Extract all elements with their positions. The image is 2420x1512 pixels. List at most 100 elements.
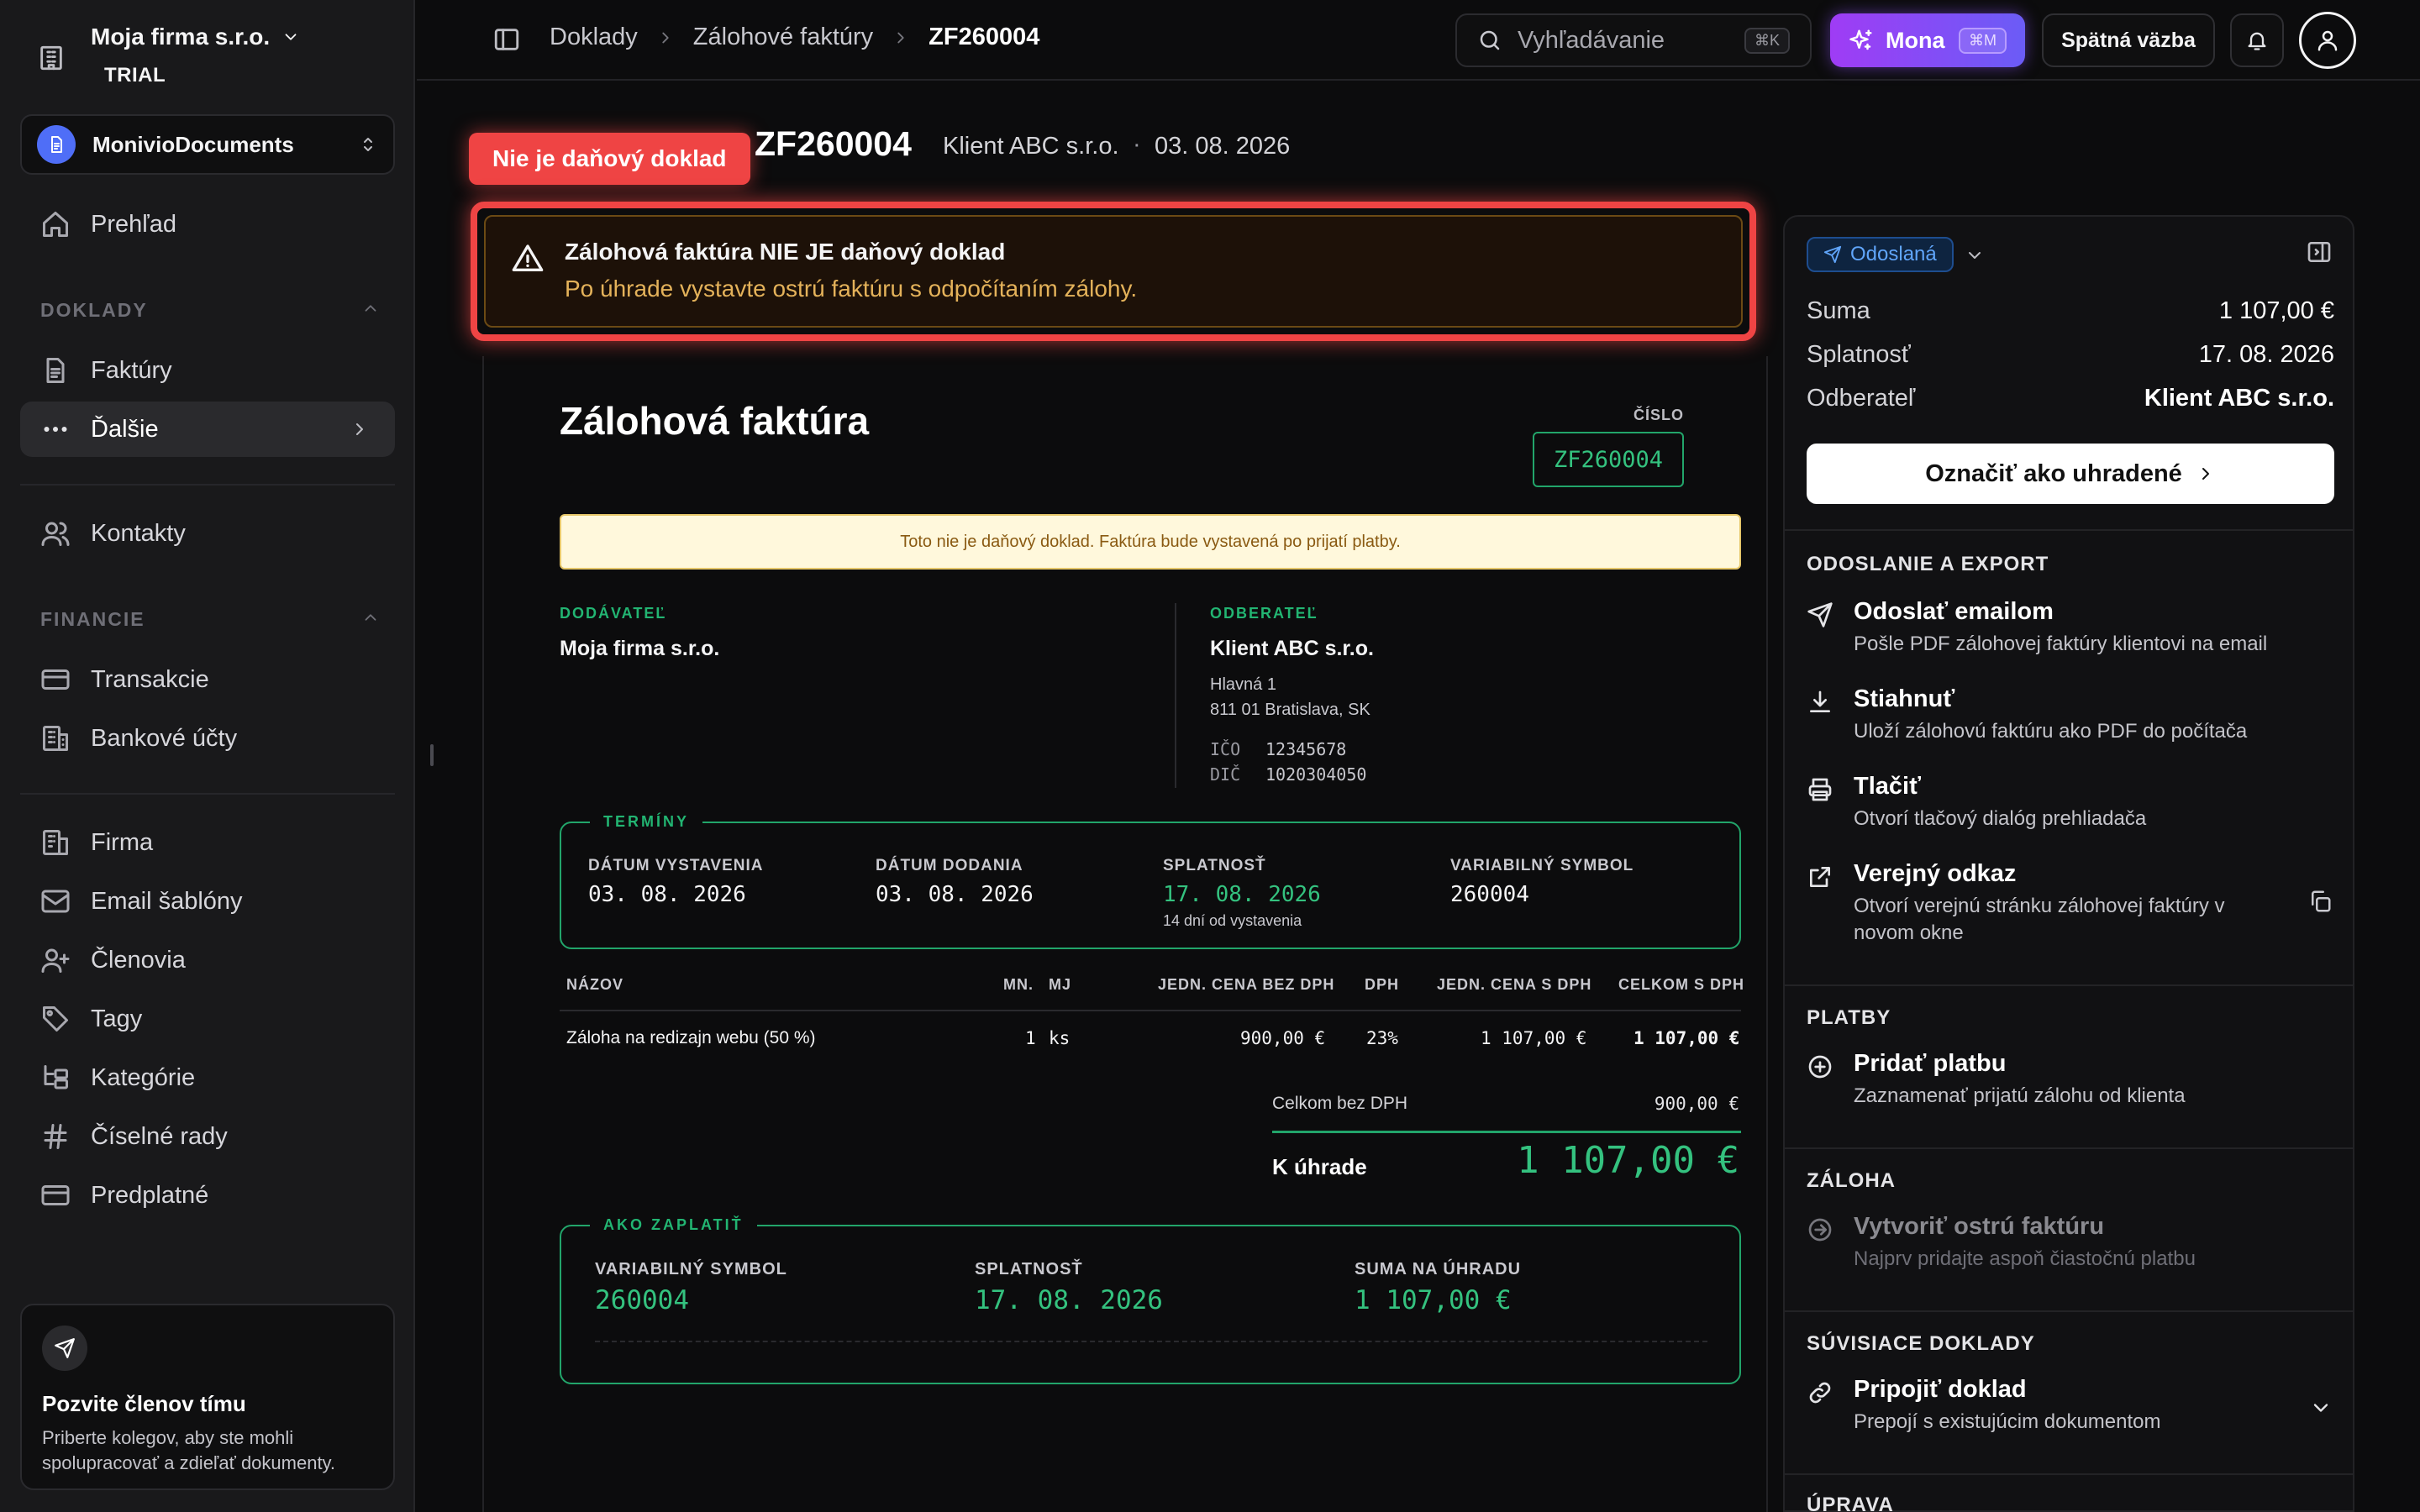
copy-icon[interactable] (2307, 889, 2333, 914)
panel-left-icon[interactable] (492, 25, 521, 54)
sidebar-item-transactions[interactable]: Transakcie (20, 652, 395, 707)
chevron-right-icon (892, 29, 910, 47)
attach-document-action[interactable]: Pripojiť doklad Prepojí s existujúcim dok… (1807, 1376, 2334, 1436)
sidebar-item-categories[interactable]: Kategórie (20, 1050, 395, 1105)
users-icon (40, 518, 74, 549)
chevron-down-icon[interactable] (1965, 245, 1985, 265)
section-docs-header[interactable]: DOKLADY (40, 299, 376, 322)
sidebar-item-label: Tagy (91, 1005, 143, 1032)
sidebar-item-bank-accounts[interactable]: Bankové účty (20, 711, 395, 766)
workspace-switcher[interactable]: MonivioDocuments (20, 114, 395, 175)
send-icon (1823, 245, 1842, 264)
org-switcher[interactable]: Moja firma s.r.o. TRIAL (37, 24, 300, 87)
sidebar-item-members[interactable]: Členovia (20, 932, 395, 988)
mona-ai-button[interactable]: Mona ⌘M (1830, 13, 2025, 67)
invoice-title: Zálohová faktúra (560, 399, 870, 443)
hp-due-date: 17. 08. 2026 (975, 1285, 1163, 1315)
sidebar-item-number-series[interactable]: Číselné rady (20, 1109, 395, 1164)
section-payments: PLATBY (1807, 1006, 1891, 1029)
total-net: 900,00 € (1654, 1094, 1739, 1114)
col-total: CELKOM S DPH (1618, 976, 1745, 993)
status-badge[interactable]: Odoslaná (1807, 237, 1954, 272)
customer-value[interactable]: Klient ABC s.r.o. (2144, 385, 2334, 412)
header-client[interactable]: Klient ABC s.r.o. (943, 133, 1119, 160)
section-finance-header[interactable]: FINANCIE (40, 608, 376, 631)
sparkles-icon (1849, 28, 1874, 53)
print-action[interactable]: Tlačiť Otvorí tlačový dialóg prehliadača (1807, 773, 2334, 832)
sidebar-item-company[interactable]: Firma (20, 815, 395, 870)
sidebar-item-tags[interactable]: Tagy (20, 991, 395, 1047)
printer-icon (1807, 773, 1854, 803)
credit-card-icon (40, 1180, 74, 1210)
avatar[interactable] (2299, 12, 2356, 69)
mark-as-paid-button[interactable]: Označiť ako uhradené (1807, 444, 2334, 504)
supplier-name: Moja firma s.r.o. (560, 637, 720, 660)
arrow-right-circle-icon (1807, 1213, 1854, 1243)
mona-shortcut: ⌘M (1959, 27, 2007, 54)
download-icon (1807, 685, 1854, 716)
dic-label: DIČ (1210, 764, 1241, 785)
row-name: Záloha na redizajn webu (50 %) (566, 1028, 816, 1047)
howpay-legend: AKO ZAPLATIŤ (590, 1216, 757, 1234)
hp-sum: 1 107,00 € (1355, 1285, 1512, 1315)
folder-tree-icon (40, 1063, 74, 1093)
chevron-down-icon (281, 28, 300, 46)
add-payment-action[interactable]: Pridať platbu Zaznamenať prijatú zálohu o… (1807, 1050, 2334, 1110)
to-pay-amount: 1 107,00 € (1517, 1139, 1739, 1182)
sidebar-item-more[interactable]: Ďalšie (20, 402, 395, 457)
feedback-button[interactable]: Spätná väzba (2042, 13, 2215, 67)
sidebar-item-subscription[interactable]: Predplatné (20, 1168, 395, 1223)
chevron-down-icon[interactable] (2309, 1396, 2333, 1420)
issue-date: 03. 08. 2026 (588, 882, 746, 907)
delivery-date-label: DÁTUM DODANIA (876, 857, 1023, 874)
invoice-number: ZF260004 (1533, 432, 1684, 487)
divider (1785, 984, 2353, 986)
customer-city: 811 01 Bratislava, SK (1210, 701, 1370, 719)
breadcrumb-deposit-invoices[interactable]: Zálohové faktúry (693, 24, 873, 51)
send-icon (1807, 598, 1854, 628)
payment-info-box: AKO ZAPLATIŤ VARIABILNÝ SYMBOL 260004 SP… (560, 1216, 1741, 1384)
public-link-action[interactable]: Verejný odkaz Otvorí verejnú stránku zálo… (1807, 860, 2334, 947)
sidebar-item-contacts[interactable]: Kontakty (20, 506, 395, 561)
sidebar-item-label: Kontakty (91, 519, 186, 547)
chevron-right-icon (350, 419, 370, 439)
due-value: 17. 08. 2026 (2198, 341, 2334, 368)
topbar: Doklady Zálohové faktúry ZF260004 Vyhľad… (417, 0, 2420, 81)
send-email-action[interactable]: Odoslať emailom Pošle PDF zálohovej faktú… (1807, 598, 2334, 658)
page-title: ZF260004 (755, 124, 912, 163)
total-net-label: Celkom bez DPH (1272, 1094, 1408, 1113)
sidebar-item-email-templates[interactable]: Email šablóny (20, 874, 395, 929)
details-panel: Odoslaná Suma 1 107,00 € Splatnosť 17. 0… (1783, 215, 2354, 1512)
breadcrumb-documents[interactable]: Doklady (550, 24, 638, 51)
notifications-button[interactable] (2230, 13, 2284, 67)
summary-customer: Odberateľ Klient ABC s.r.o. (1807, 385, 2334, 412)
row-price-gross: 1 107,00 € (1481, 1028, 1587, 1048)
panel-collapse-icon[interactable] (2306, 239, 2333, 265)
download-action[interactable]: Stiahnuť Uloží zálohovú faktúru ako PDF d… (1807, 685, 2334, 745)
invite-card[interactable]: Pozvite členov tímu Priberte kolegov, ab… (20, 1304, 395, 1490)
bell-icon (2245, 29, 2269, 52)
action-desc: Prepojí s existujúcim dokumentom (1854, 1410, 2161, 1433)
mark-as-paid-label: Označiť ako uhradené (1925, 459, 2182, 487)
sidebar-item-overview[interactable]: Prehľad (20, 197, 395, 252)
invoice-number-label: ČÍSLO (1633, 407, 1684, 423)
customer-street: Hlavná 1 (1210, 675, 1276, 694)
sidebar-item-invoices[interactable]: Faktúry (20, 343, 395, 398)
sidebar-item-label: Kategórie (91, 1063, 196, 1091)
invite-title: Pozvite členov tímu (42, 1391, 246, 1416)
row-unit: ks (1049, 1028, 1071, 1048)
breadcrumb: Doklady Zálohové faktúry ZF260004 (550, 24, 1039, 51)
workspace-name: MonivioDocuments (92, 131, 294, 157)
hp-sum-label: SUMA NA ÚHRADU (1355, 1260, 1522, 1278)
org-name: Moja firma s.r.o. (91, 24, 271, 50)
bank-icon (40, 723, 74, 753)
col-unit: MJ (1049, 976, 1072, 993)
mail-icon (40, 886, 74, 916)
row-total: 1 107,00 € (1634, 1028, 1740, 1048)
section-deposit: ZÁLOHA (1807, 1169, 1896, 1192)
sidebar-resize-handle[interactable] (430, 744, 434, 766)
search-input[interactable]: Vyhľadávanie ⌘K (1455, 13, 1812, 67)
ico-value: 12345678 (1265, 739, 1347, 759)
send-icon (42, 1326, 87, 1371)
chevron-up-icon (361, 299, 380, 322)
